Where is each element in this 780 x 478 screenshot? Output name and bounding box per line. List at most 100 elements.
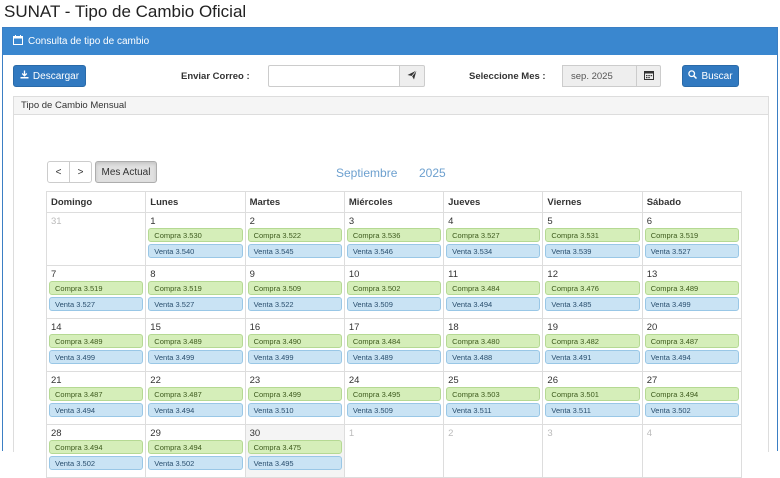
calendar-day-cell[interactable]: 4 Compra 3.527 Venta 3.534: [443, 212, 544, 266]
prev-month-button[interactable]: <: [47, 161, 70, 183]
calendar-day-cell[interactable]: 31: [45, 212, 147, 266]
compra-rate-event[interactable]: Compra 3.494: [644, 387, 739, 401]
calendar-day-cell[interactable]: 16 Compra 3.490 Venta 3.499: [244, 318, 345, 372]
calendar-day-cell[interactable]: 11 Compra 3.484 Venta 3.494: [443, 265, 544, 319]
compra-rate-event[interactable]: Compra 3.503: [446, 387, 541, 401]
compra-rate-event[interactable]: Compra 3.475: [247, 440, 342, 454]
compra-rate-event[interactable]: Compra 3.487: [644, 334, 739, 348]
venta-rate-event[interactable]: Venta 3.488: [446, 350, 541, 364]
venta-rate-event[interactable]: Venta 3.545: [247, 244, 342, 258]
venta-rate-event[interactable]: Venta 3.527: [49, 297, 144, 311]
calendar-day-cell[interactable]: 15 Compra 3.489 Venta 3.499: [145, 318, 246, 372]
compra-rate-event[interactable]: Compra 3.502: [346, 281, 442, 295]
email-field[interactable]: [268, 65, 400, 87]
calendar-day-cell[interactable]: 30 Compra 3.475 Venta 3.495: [244, 424, 345, 478]
venta-rate-event[interactable]: Venta 3.534: [446, 244, 541, 258]
calendar-day-cell[interactable]: 26 Compra 3.501 Venta 3.511: [542, 371, 643, 425]
compra-rate-event[interactable]: Compra 3.484: [346, 334, 442, 348]
calendar-day-cell[interactable]: 8 Compra 3.519 Venta 3.527: [145, 265, 246, 319]
calendar-day-cell[interactable]: 25 Compra 3.503 Venta 3.511: [443, 371, 544, 425]
calendar-day-cell[interactable]: 4: [641, 424, 743, 478]
venta-rate-event[interactable]: Venta 3.502: [49, 456, 144, 470]
compra-rate-event[interactable]: Compra 3.519: [644, 228, 739, 242]
compra-rate-event[interactable]: Compra 3.499: [247, 387, 342, 401]
compra-rate-event[interactable]: Compra 3.489: [644, 281, 739, 295]
calendar-day-cell[interactable]: 2 Compra 3.522 Venta 3.545: [244, 212, 345, 266]
calendar-day-cell[interactable]: 23 Compra 3.499 Venta 3.510: [244, 371, 345, 425]
calendar-day-cell[interactable]: 19 Compra 3.482 Venta 3.491: [542, 318, 643, 372]
compra-rate-event[interactable]: Compra 3.509: [247, 281, 342, 295]
venta-rate-event[interactable]: Venta 3.489: [346, 350, 442, 364]
venta-rate-event[interactable]: Venta 3.510: [247, 403, 342, 417]
venta-rate-event[interactable]: Venta 3.495: [247, 456, 342, 470]
venta-rate-event[interactable]: Venta 3.494: [148, 403, 243, 417]
calendar-day-cell[interactable]: 2: [443, 424, 544, 478]
compra-rate-event[interactable]: Compra 3.476: [545, 281, 640, 295]
compra-rate-event[interactable]: Compra 3.519: [49, 281, 144, 295]
compra-rate-event[interactable]: Compra 3.522: [247, 228, 342, 242]
calendar-day-cell[interactable]: 6 Compra 3.519 Venta 3.527: [641, 212, 743, 266]
compra-rate-event[interactable]: Compra 3.484: [446, 281, 541, 295]
venta-rate-event[interactable]: Venta 3.502: [148, 456, 243, 470]
calendar-day-cell[interactable]: 1: [343, 424, 445, 478]
compra-rate-event[interactable]: Compra 3.531: [545, 228, 640, 242]
calendar-day-cell[interactable]: 5 Compra 3.531 Venta 3.539: [542, 212, 643, 266]
venta-rate-event[interactable]: Venta 3.494: [644, 350, 739, 364]
venta-rate-event[interactable]: Venta 3.509: [346, 403, 442, 417]
compra-rate-event[interactable]: Compra 3.489: [148, 334, 243, 348]
calendar-day-cell[interactable]: 21 Compra 3.487 Venta 3.494: [45, 371, 147, 425]
compra-rate-event[interactable]: Compra 3.487: [148, 387, 243, 401]
month-picker-button[interactable]: [636, 65, 661, 87]
next-month-button[interactable]: >: [69, 161, 92, 183]
venta-rate-event[interactable]: Venta 3.540: [148, 244, 243, 258]
send-email-button[interactable]: [399, 65, 425, 87]
compra-rate-event[interactable]: Compra 3.527: [446, 228, 541, 242]
calendar-day-cell[interactable]: 18 Compra 3.480 Venta 3.488: [443, 318, 544, 372]
venta-rate-event[interactable]: Venta 3.494: [49, 403, 144, 417]
venta-rate-event[interactable]: Venta 3.491: [545, 350, 640, 364]
calendar-day-cell[interactable]: 1 Compra 3.530 Venta 3.540: [145, 212, 246, 266]
venta-rate-event[interactable]: Venta 3.522: [247, 297, 342, 311]
month-field[interactable]: sep. 2025: [562, 65, 637, 87]
calendar-day-cell[interactable]: 28 Compra 3.494 Venta 3.502: [45, 424, 147, 478]
compra-rate-event[interactable]: Compra 3.487: [49, 387, 144, 401]
venta-rate-event[interactable]: Venta 3.499: [49, 350, 144, 364]
venta-rate-event[interactable]: Venta 3.499: [247, 350, 342, 364]
compra-rate-event[interactable]: Compra 3.494: [49, 440, 144, 454]
compra-rate-event[interactable]: Compra 3.494: [148, 440, 243, 454]
compra-rate-event[interactable]: Compra 3.536: [346, 228, 442, 242]
calendar-day-cell[interactable]: 10 Compra 3.502 Venta 3.509: [343, 265, 445, 319]
calendar-day-cell[interactable]: 13 Compra 3.489 Venta 3.499: [641, 265, 743, 319]
download-button[interactable]: Descargar: [13, 65, 86, 87]
venta-rate-event[interactable]: Venta 3.546: [346, 244, 442, 258]
current-month-button[interactable]: Mes Actual: [95, 161, 157, 183]
compra-rate-event[interactable]: Compra 3.495: [346, 387, 442, 401]
calendar-day-cell[interactable]: 9 Compra 3.509 Venta 3.522: [244, 265, 345, 319]
venta-rate-event[interactable]: Venta 3.511: [545, 403, 640, 417]
compra-rate-event[interactable]: Compra 3.519: [148, 281, 243, 295]
venta-rate-event[interactable]: Venta 3.499: [644, 297, 739, 311]
compra-rate-event[interactable]: Compra 3.489: [49, 334, 144, 348]
calendar-day-cell[interactable]: 22 Compra 3.487 Venta 3.494: [145, 371, 246, 425]
venta-rate-event[interactable]: Venta 3.499: [148, 350, 243, 364]
venta-rate-event[interactable]: Venta 3.509: [346, 297, 442, 311]
venta-rate-event[interactable]: Venta 3.485: [545, 297, 640, 311]
calendar-day-cell[interactable]: 20 Compra 3.487 Venta 3.494: [641, 318, 743, 372]
calendar-day-cell[interactable]: 12 Compra 3.476 Venta 3.485: [542, 265, 643, 319]
calendar-day-cell[interactable]: 24 Compra 3.495 Venta 3.509: [343, 371, 445, 425]
calendar-day-cell[interactable]: 7 Compra 3.519 Venta 3.527: [45, 265, 147, 319]
compra-rate-event[interactable]: Compra 3.480: [446, 334, 541, 348]
calendar-day-cell[interactable]: 3 Compra 3.536 Venta 3.546: [343, 212, 445, 266]
venta-rate-event[interactable]: Venta 3.494: [446, 297, 541, 311]
compra-rate-event[interactable]: Compra 3.482: [545, 334, 640, 348]
venta-rate-event[interactable]: Venta 3.527: [148, 297, 243, 311]
search-button[interactable]: Buscar: [682, 65, 739, 87]
venta-rate-event[interactable]: Venta 3.502: [644, 403, 739, 417]
calendar-day-cell[interactable]: 3: [542, 424, 643, 478]
compra-rate-event[interactable]: Compra 3.501: [545, 387, 640, 401]
compra-rate-event[interactable]: Compra 3.530: [148, 228, 243, 242]
calendar-day-cell[interactable]: 17 Compra 3.484 Venta 3.489: [343, 318, 445, 372]
compra-rate-event[interactable]: Compra 3.490: [247, 334, 342, 348]
venta-rate-event[interactable]: Venta 3.511: [446, 403, 541, 417]
calendar-day-cell[interactable]: 14 Compra 3.489 Venta 3.499: [45, 318, 147, 372]
